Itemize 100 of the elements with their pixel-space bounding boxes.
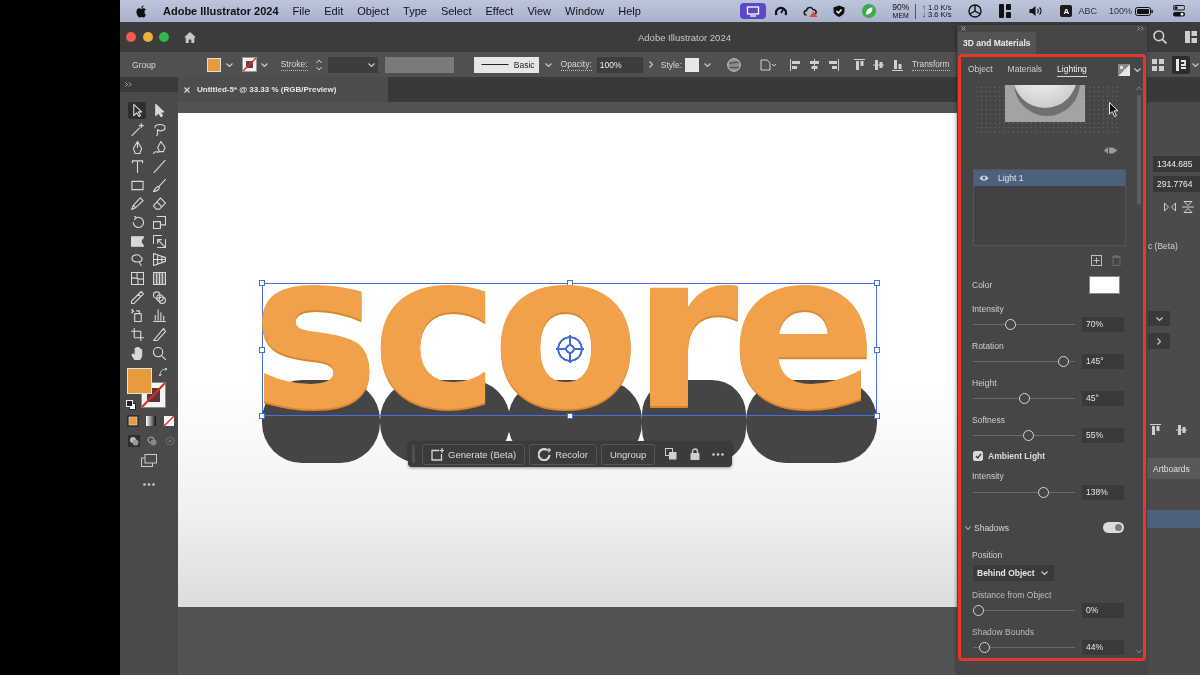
- home-icon[interactable]: [184, 31, 196, 43]
- color-mode-icon[interactable]: [127, 414, 139, 427]
- align-top-icon[interactable]: [1150, 424, 1161, 436]
- more-icon[interactable]: [143, 482, 155, 486]
- blend-tool[interactable]: [150, 288, 168, 306]
- value-field[interactable]: 70%: [1082, 316, 1124, 332]
- input-source-badge[interactable]: A: [1060, 5, 1073, 17]
- align-right-icon[interactable]: [828, 58, 839, 71]
- slider-thumb[interactable]: [1023, 429, 1035, 441]
- menu-item[interactable]: File: [292, 5, 311, 17]
- align-center-icon[interactable]: [809, 58, 820, 71]
- speaker-icon[interactable]: [1029, 5, 1044, 17]
- properties-panel-icon[interactable]: [1172, 55, 1190, 74]
- screen-mode-icon[interactable]: [141, 453, 157, 467]
- opacity-label[interactable]: Opacity:: [560, 58, 592, 71]
- selection-tool[interactable]: [128, 102, 146, 119]
- transform-link[interactable]: Transform: [912, 58, 950, 71]
- slice-tool[interactable]: [150, 326, 168, 343]
- light-list-item[interactable]: Light 1: [974, 170, 1125, 186]
- draw-behind-icon[interactable]: [146, 434, 158, 447]
- menu-item[interactable]: Object: [357, 5, 390, 17]
- no-fill-icon[interactable]: [163, 414, 175, 427]
- eye-icon[interactable]: [979, 175, 989, 181]
- caret-icon[interactable]: [225, 62, 233, 67]
- align-middle-icon[interactable]: [1176, 424, 1187, 436]
- globe-icon[interactable]: [727, 57, 741, 72]
- zoom-button[interactable]: [159, 32, 169, 42]
- caret-icon[interactable]: [367, 62, 375, 67]
- paintbrush-tool[interactable]: [150, 176, 168, 194]
- caret-down-icon[interactable]: [965, 524, 971, 531]
- ambient-light-checkbox[interactable]: [973, 451, 983, 461]
- value-field[interactable]: 145°: [1082, 353, 1124, 369]
- search-icon[interactable]: [1153, 30, 1167, 44]
- coordinate-field[interactable]: 1344.685: [1153, 156, 1200, 172]
- more-options-button[interactable]: [1148, 333, 1170, 349]
- menu-item[interactable]: Help: [618, 5, 641, 17]
- flip-horizontal-icon[interactable]: [1164, 201, 1176, 213]
- pencil-tool[interactable]: [128, 195, 146, 213]
- gauge-icon[interactable]: [775, 5, 788, 17]
- perspective-grid-tool[interactable]: [150, 251, 168, 269]
- menu-item[interactable]: Edit: [324, 5, 344, 17]
- add-icon[interactable]: [1091, 255, 1102, 266]
- slider-thumb[interactable]: [1004, 318, 1016, 330]
- value-field[interactable]: 55%: [1082, 427, 1124, 443]
- chevron-right-icon[interactable]: [648, 61, 653, 68]
- stroke-swatch[interactable]: [241, 57, 257, 72]
- align-left-icon[interactable]: [790, 58, 801, 71]
- shape-builder-tool[interactable]: [128, 251, 146, 269]
- panel-tab[interactable]: Artboards: [1147, 458, 1200, 479]
- caret-icon[interactable]: [260, 62, 268, 67]
- slider-thumb[interactable]: [1019, 392, 1031, 404]
- free-transform-tool[interactable]: [150, 232, 168, 250]
- slider-thumb[interactable]: [979, 641, 991, 653]
- eraser-tool[interactable]: [150, 195, 168, 213]
- cloud-alert-icon[interactable]: [803, 5, 819, 17]
- grid-icon[interactable]: [1152, 58, 1164, 71]
- value-field[interactable]: 0%: [1082, 602, 1124, 618]
- aperture-icon[interactable]: [968, 4, 983, 18]
- value-field[interactable]: 45°: [1082, 390, 1124, 406]
- screen-mirroring-icon[interactable]: [740, 3, 767, 19]
- artboard-tool[interactable]: [128, 326, 146, 343]
- slider-thumb[interactable]: [1057, 355, 1069, 367]
- fill-swatch[interactable]: [127, 367, 152, 394]
- minimize-button[interactable]: [143, 32, 153, 42]
- caret-icon[interactable]: [1134, 67, 1141, 72]
- panels-icon[interactable]: [999, 4, 1012, 18]
- fill-swatch[interactable]: [206, 57, 221, 72]
- spinner-icon[interactable]: [315, 58, 322, 71]
- draw-normal-icon[interactable]: [128, 434, 140, 447]
- menu-item[interactable]: Type: [403, 5, 427, 17]
- panel-section-tab[interactable]: Lighting: [1057, 62, 1087, 77]
- line-tool[interactable]: [150, 158, 168, 175]
- close-button[interactable]: [126, 32, 136, 42]
- collapse-icon[interactable]: [1137, 26, 1144, 31]
- align-middle-icon[interactable]: [873, 58, 884, 71]
- document-tab[interactable]: Untitled-5* @ 33.33 % (RGB/Preview): [178, 77, 388, 102]
- battery-icon[interactable]: [1135, 6, 1153, 16]
- zoom-tool[interactable]: [150, 344, 168, 362]
- panel-tab[interactable]: 3D and Materials: [958, 32, 1036, 54]
- stroke-weight-field[interactable]: [327, 56, 378, 73]
- app-badge-icon[interactable]: [862, 4, 877, 18]
- flip-vertical-icon[interactable]: [1182, 201, 1194, 213]
- render-icon[interactable]: [1118, 63, 1130, 76]
- move-light-icon[interactable]: [1104, 146, 1118, 155]
- apple-logo-icon[interactable]: [136, 4, 147, 18]
- eyedropper-tool[interactable]: [128, 288, 146, 306]
- document-icon[interactable]: [760, 58, 776, 71]
- scrollbar[interactable]: [1136, 85, 1142, 655]
- menu-item[interactable]: Select: [440, 5, 472, 17]
- panel-section-tab[interactable]: Object: [968, 62, 993, 77]
- scale-tool[interactable]: [150, 214, 168, 231]
- menu-item[interactable]: View: [527, 5, 552, 17]
- panel-section-tab[interactable]: Materials: [1007, 62, 1043, 77]
- coordinate-field[interactable]: 291.7764: [1153, 176, 1200, 192]
- caret-icon[interactable]: [704, 62, 711, 67]
- close-icon[interactable]: [961, 26, 966, 31]
- slider-thumb[interactable]: [1037, 486, 1049, 498]
- menu-item[interactable]: Effect: [485, 5, 514, 17]
- stroke-profile-field[interactable]: [384, 56, 454, 73]
- slider-thumb[interactable]: [973, 604, 984, 616]
